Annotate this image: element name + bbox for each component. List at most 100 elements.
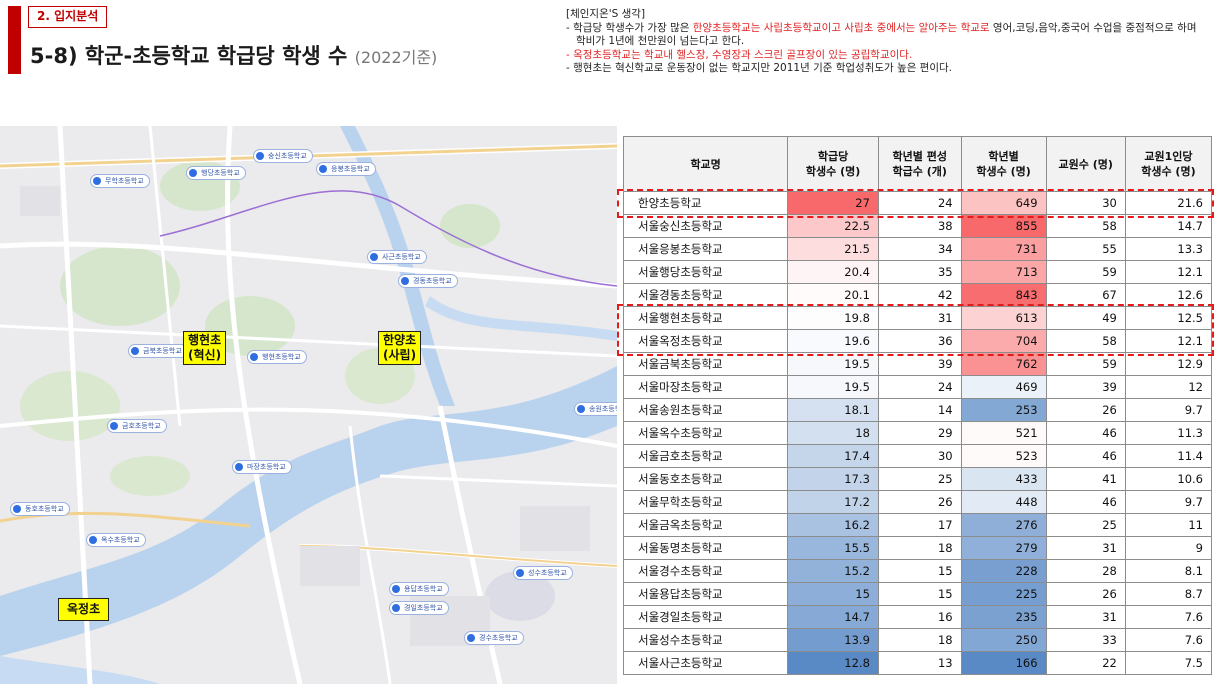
cell-classes: 35 bbox=[877, 260, 962, 284]
cell-per-class: 18 bbox=[787, 421, 879, 445]
cell-per-class: 15 bbox=[787, 582, 879, 606]
school-pin[interactable]: 행당초등학교 bbox=[186, 166, 246, 180]
cell-classes: 38 bbox=[877, 214, 962, 238]
cell-students: 235 bbox=[960, 605, 1047, 629]
cell-per-class: 27 bbox=[787, 191, 879, 215]
cell-name: 서울숭신초등학교 bbox=[622, 214, 789, 238]
table-row: 서울옥수초등학교 18 29 521 46 11.3 bbox=[622, 421, 1213, 445]
school-pin[interactable]: 성수초등학교 bbox=[513, 566, 573, 580]
cell-name: 서울송원초등학교 bbox=[622, 398, 789, 422]
cell-per-teacher: 8.7 bbox=[1124, 582, 1213, 606]
cell-students: 433 bbox=[960, 467, 1047, 491]
cell-name: 서울용답초등학교 bbox=[622, 582, 789, 606]
school-pin[interactable]: 경수초등학교 bbox=[464, 631, 524, 645]
cell-name: 서울금호초등학교 bbox=[622, 444, 789, 468]
note-item: - 행현초는 혁신학교로 운동장이 없는 학교지만 2011년 기준 학업성취도… bbox=[566, 62, 1206, 76]
header-classes-per-grade: 학년별 편성 학급수 (개) bbox=[877, 136, 962, 192]
cell-teachers: 26 bbox=[1045, 398, 1126, 422]
cell-per-class: 22.5 bbox=[787, 214, 879, 238]
note-text: - 옥정초등학교는 학교내 헬스장, 수영장과 스크린 골프장이 있는 공립학교… bbox=[566, 48, 913, 61]
cell-per-class: 17.4 bbox=[787, 444, 879, 468]
cell-per-teacher: 12.9 bbox=[1124, 352, 1213, 376]
cell-per-class: 12.8 bbox=[787, 651, 879, 675]
commentary-notes: [체인지온'S 생각] - 학급당 학생수가 가장 많은 한양초등학교는 사립초… bbox=[566, 8, 1206, 76]
cell-students: 731 bbox=[960, 237, 1047, 261]
school-pin[interactable]: 경동초등학교 bbox=[398, 274, 458, 288]
cell-per-teacher: 12 bbox=[1124, 375, 1213, 399]
school-pin[interactable]: 금북초등학교 bbox=[128, 344, 188, 358]
cell-teachers: 26 bbox=[1045, 582, 1126, 606]
cell-name: 서울응봉초등학교 bbox=[622, 237, 789, 261]
school-pin[interactable]: 금호초등학교 bbox=[107, 419, 167, 433]
table-row: 서울금옥초등학교 16.2 17 276 25 11 bbox=[622, 513, 1213, 537]
cell-teachers: 55 bbox=[1045, 237, 1126, 261]
cell-name: 서울무학초등학교 bbox=[622, 490, 789, 514]
cell-students: 279 bbox=[960, 536, 1047, 560]
notes-items: - 학급당 학생수가 가장 많은 한양초등학교는 사립초등학교이고 사립초 중에… bbox=[566, 22, 1206, 76]
school-map[interactable]: 숭신초등학교 행당초등학교 무학초등학교 응봉초등학교 사근초등학교 금북초등학… bbox=[0, 126, 617, 684]
school-pin[interactable]: 응봉초등학교 bbox=[316, 162, 376, 176]
school-pin[interactable]: 마장초등학교 bbox=[232, 460, 292, 474]
cell-students: 713 bbox=[960, 260, 1047, 284]
map-label-line: 행현초 bbox=[188, 333, 222, 347]
cell-teachers: 59 bbox=[1045, 352, 1126, 376]
cell-per-class: 13.9 bbox=[787, 628, 879, 652]
cell-per-class: 15.2 bbox=[787, 559, 879, 583]
header-students-per-teacher: 교원1인당 학생수 (명) bbox=[1124, 136, 1213, 192]
school-pin[interactable]: 무학초등학교 bbox=[90, 174, 150, 188]
table-header-row: 학교명 학급당 학생수 (명) 학년별 편성 학급수 (개) 학년별 학생수 (명) … bbox=[622, 136, 1213, 192]
cell-students: 762 bbox=[960, 352, 1047, 376]
school-pin[interactable]: 숭신초등학교 bbox=[253, 149, 313, 163]
map-label-hanyang: 한양초 (사립) bbox=[378, 331, 422, 365]
school-pin[interactable]: 행현초등학교 bbox=[247, 350, 307, 364]
cell-teachers: 30 bbox=[1045, 191, 1126, 215]
cell-per-class: 14.7 bbox=[787, 605, 879, 629]
cell-name: 서울옥수초등학교 bbox=[622, 421, 789, 445]
cell-per-teacher: 12.1 bbox=[1124, 329, 1213, 353]
table-row: 서울응봉초등학교 21.5 34 731 55 13.3 bbox=[622, 237, 1213, 261]
school-pin[interactable]: 옥수초등학교 bbox=[86, 533, 146, 547]
cell-per-teacher: 12.5 bbox=[1124, 306, 1213, 330]
cell-per-teacher: 7.6 bbox=[1124, 628, 1213, 652]
cell-teachers: 58 bbox=[1045, 214, 1126, 238]
cell-per-class: 19.5 bbox=[787, 352, 879, 376]
cell-teachers: 33 bbox=[1045, 628, 1126, 652]
cell-teachers: 46 bbox=[1045, 444, 1126, 468]
cell-name: 서울금북초등학교 bbox=[622, 352, 789, 376]
cell-classes: 18 bbox=[877, 536, 962, 560]
cell-name: 서울동명초등학교 bbox=[622, 536, 789, 560]
table-row: 서울금호초등학교 17.4 30 523 46 11.4 bbox=[622, 444, 1213, 468]
school-pin[interactable]: 송원초등학교 bbox=[574, 402, 617, 416]
header-teachers: 교원수 (명) bbox=[1045, 136, 1126, 192]
cell-per-class: 19.8 bbox=[787, 306, 879, 330]
cell-students: 253 bbox=[960, 398, 1047, 422]
cell-students: 843 bbox=[960, 283, 1047, 307]
cell-per-class: 16.2 bbox=[787, 513, 879, 537]
table-row: 서울마장초등학교 19.5 24 469 39 12 bbox=[622, 375, 1213, 399]
school-pin[interactable]: 용답초등학교 bbox=[389, 582, 449, 596]
cell-classes: 29 bbox=[877, 421, 962, 445]
notes-heading: [체인지온'S 생각] bbox=[566, 8, 646, 20]
cell-per-class: 20.4 bbox=[787, 260, 879, 284]
cell-classes: 36 bbox=[877, 329, 962, 353]
cell-name: 서울금옥초등학교 bbox=[622, 513, 789, 537]
table-row: 서울송원초등학교 18.1 14 253 26 9.7 bbox=[622, 398, 1213, 422]
map-label-line: 한양초 bbox=[383, 333, 417, 347]
cell-per-class: 15.5 bbox=[787, 536, 879, 560]
cell-name: 서울경일초등학교 bbox=[622, 605, 789, 629]
page-title: 5-8) 학군-초등학교 학급당 학생 수 (2022기준) bbox=[30, 40, 437, 70]
table-row: 서울숭신초등학교 22.5 38 855 58 14.7 bbox=[622, 214, 1213, 238]
cell-name: 서울성수초등학교 bbox=[622, 628, 789, 652]
school-pin[interactable]: 동호초등학교 bbox=[10, 502, 70, 516]
map-label-line: (사립) bbox=[383, 348, 417, 362]
cell-per-teacher: 13.3 bbox=[1124, 237, 1213, 261]
school-pin[interactable]: 경일초등학교 bbox=[389, 601, 449, 615]
map-label-line: (혁신) bbox=[188, 348, 222, 362]
cell-teachers: 28 bbox=[1045, 559, 1126, 583]
page-title-text: 5-8) 학군-초등학교 학급당 학생 수 bbox=[30, 44, 348, 68]
note-text: - 행현초는 혁신학교로 운동장이 없는 학교지만 2011년 기준 학업성취도… bbox=[566, 62, 953, 74]
cell-classes: 26 bbox=[877, 490, 962, 514]
cell-teachers: 39 bbox=[1045, 375, 1126, 399]
cell-classes: 15 bbox=[877, 582, 962, 606]
school-pin[interactable]: 사근초등학교 bbox=[367, 250, 427, 264]
